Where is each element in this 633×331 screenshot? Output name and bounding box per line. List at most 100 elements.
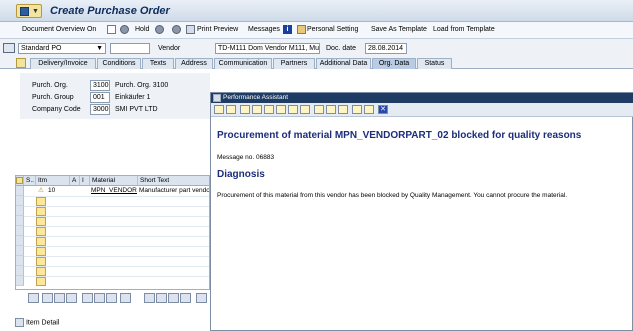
settings-icon[interactable] — [172, 25, 181, 34]
forward-icon[interactable] — [226, 105, 236, 114]
column-header-material[interactable]: Material — [90, 176, 138, 186]
vendor-field[interactable]: TD-M111 Dom Vendor M111, Mu.. — [215, 43, 320, 54]
purch-group-field[interactable]: 001 — [90, 92, 110, 103]
doc-overview-button[interactable]: Document Overview On — [22, 26, 96, 33]
collapse-header-icon[interactable] — [16, 58, 26, 68]
tab-additional-data[interactable]: Additional Data — [316, 58, 371, 69]
copy-icon[interactable] — [82, 293, 93, 303]
column-header-status[interactable]: S.. — [24, 176, 36, 186]
column-header-a[interactable]: A — [70, 176, 80, 186]
pa-title-bar: Performance Assistant — [211, 93, 633, 103]
help-index-icon[interactable] — [288, 105, 298, 114]
application-help-icon[interactable] — [276, 105, 286, 114]
window-layout-icon[interactable] — [352, 105, 362, 114]
details-icon[interactable] — [28, 293, 39, 303]
sort-desc-icon[interactable] — [168, 293, 179, 303]
org-data-panel: Purch. Org. 3100 Purch. Org. 3100 Purch.… — [20, 73, 210, 119]
new-document-icon[interactable] — [107, 25, 116, 34]
row-selector[interactable] — [16, 206, 24, 216]
messages-button[interactable]: Messages — [248, 26, 280, 33]
load-template-button[interactable]: Load from Template — [433, 26, 495, 33]
glossary-icon[interactable] — [252, 105, 262, 114]
tab-conditions[interactable]: Conditions — [97, 58, 141, 69]
tab-org-data[interactable]: Org. Data — [372, 58, 416, 69]
material-cell[interactable]: MPN_VENDORP.. — [91, 186, 137, 196]
tab-partners[interactable]: Partners — [273, 58, 315, 69]
check-icon[interactable] — [155, 25, 164, 34]
row-selector[interactable] — [16, 216, 24, 226]
column-header-short-text[interactable]: Short Text — [138, 176, 209, 186]
item-number[interactable]: 10 — [48, 186, 55, 196]
row-selector[interactable] — [16, 226, 24, 236]
row-selector[interactable] — [16, 236, 24, 246]
export-icon[interactable] — [196, 293, 207, 303]
status-cell[interactable] — [36, 237, 46, 246]
company-code-field[interactable]: 3000 — [90, 104, 110, 115]
item-detail-toggle[interactable]: Item Detail — [15, 318, 59, 327]
status-cell[interactable] — [36, 257, 46, 266]
tab-communication[interactable]: Communication — [214, 58, 272, 69]
save-template-button[interactable]: Save As Template — [371, 26, 427, 33]
row-selector[interactable] — [16, 256, 24, 266]
status-cell[interactable] — [36, 217, 46, 226]
status-cell[interactable] — [36, 277, 46, 286]
tab-delivery-invoice[interactable]: Delivery/Invoice — [30, 58, 96, 69]
row-selector[interactable] — [16, 266, 24, 276]
page-title: Create Purchase Order — [50, 5, 170, 17]
doc-type-select[interactable]: Standard PO ▼ — [18, 43, 106, 54]
status-cell[interactable] — [36, 207, 46, 216]
column-header-i[interactable]: I — [80, 176, 90, 186]
sum-icon[interactable] — [180, 293, 191, 303]
delete-row-icon[interactable] — [54, 293, 65, 303]
performance-assistant-window: Performance Assistant ✕ Procurement of m… — [210, 92, 633, 331]
pa-title: Performance Assistant — [223, 94, 289, 101]
tab-address[interactable]: Address — [175, 58, 213, 69]
email-icon[interactable] — [338, 105, 348, 114]
hold-button[interactable]: Hold — [135, 26, 149, 33]
cut-icon[interactable] — [94, 293, 105, 303]
short-text-cell[interactable]: Manufacturer part vendor — [139, 186, 209, 196]
sort-asc-icon[interactable] — [156, 293, 167, 303]
purch-org-field[interactable]: 3100 — [90, 80, 110, 91]
status-cell[interactable] — [36, 197, 46, 206]
status-cell[interactable] — [36, 247, 46, 256]
status-cell[interactable] — [36, 267, 46, 276]
print-icon[interactable] — [314, 105, 324, 114]
system-menu-button[interactable]: ▼ — [16, 4, 42, 18]
save-icon[interactable] — [326, 105, 336, 114]
paste-icon[interactable] — [106, 293, 117, 303]
sort-icon[interactable] — [120, 293, 131, 303]
select-all-icon[interactable] — [66, 293, 77, 303]
po-number-field[interactable] — [110, 43, 150, 54]
filter-icon[interactable] — [144, 293, 155, 303]
status-cell[interactable] — [36, 227, 46, 236]
tab-status[interactable]: Status — [417, 58, 452, 69]
row-selector[interactable] — [16, 276, 24, 286]
back-icon[interactable] — [214, 105, 224, 114]
row-selector[interactable] — [16, 186, 24, 196]
row-selector[interactable] — [16, 246, 24, 256]
row-divider — [24, 236, 209, 237]
info-icon[interactable]: i — [283, 25, 292, 34]
technical-info-icon[interactable] — [240, 105, 250, 114]
chevron-down-icon: ▼ — [32, 8, 39, 15]
row-divider — [24, 226, 209, 227]
search-icon[interactable] — [264, 105, 274, 114]
close-icon[interactable]: ✕ — [378, 105, 388, 114]
row-divider — [24, 266, 209, 267]
insert-row-icon[interactable] — [42, 293, 53, 303]
print-preview-button[interactable]: Print Preview — [197, 26, 238, 33]
settings-icon[interactable] — [300, 105, 310, 114]
personal-setting-button[interactable]: Personal Setting — [307, 26, 358, 33]
column-header-item[interactable]: Itm — [36, 176, 70, 186]
purch-org-desc: Purch. Org. 3100 — [115, 82, 169, 89]
select-all-cell[interactable] — [16, 176, 24, 186]
doc-date-field[interactable]: 28.08.2014 — [365, 43, 407, 54]
tab-texts[interactable]: Texts — [142, 58, 174, 69]
pa-toolbar: ✕ — [211, 103, 633, 117]
row-divider — [24, 206, 209, 207]
row-selector[interactable] — [16, 196, 24, 206]
edit-icon[interactable] — [364, 105, 374, 114]
other-document-icon[interactable] — [120, 25, 129, 34]
doc-date-label: Doc. date — [326, 45, 356, 52]
